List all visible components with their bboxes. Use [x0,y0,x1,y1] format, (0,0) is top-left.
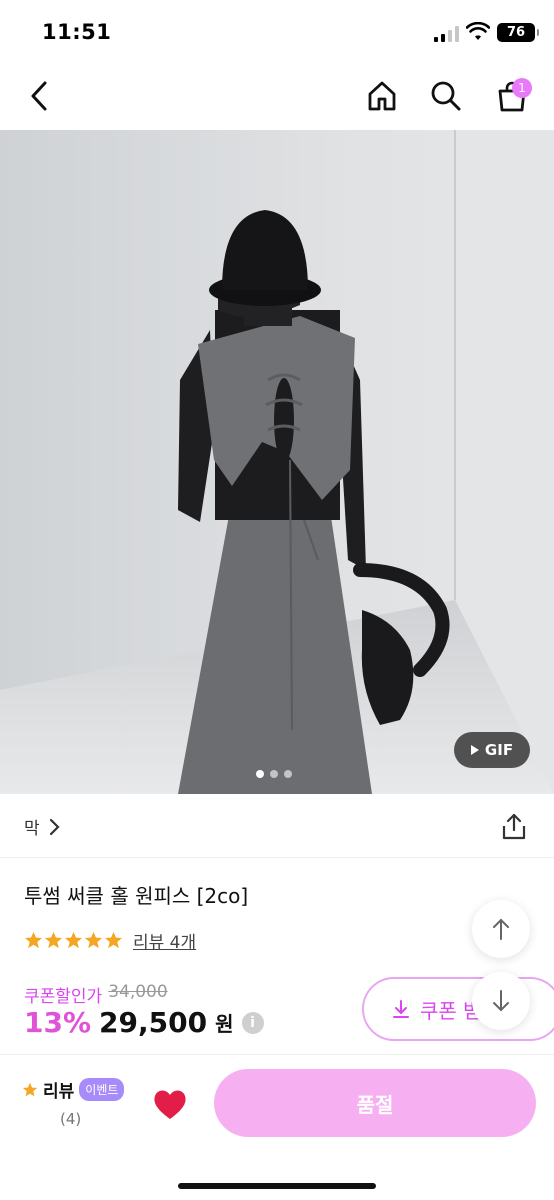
review-count-link[interactable]: 리뷰 4개 [133,928,196,953]
wifi-icon [466,22,490,40]
star-icon [84,931,103,949]
chevron-right-icon [49,818,60,835]
event-badge: 이벤트 [79,1078,125,1101]
star-rating [24,931,123,950]
price-info-icon[interactable]: i [241,1011,264,1034]
carousel-indicator [256,770,292,778]
gif-button[interactable]: GIF [454,732,530,768]
carousel-dot[interactable] [270,770,278,778]
rating-row: 리뷰 4개 [24,928,196,953]
share-icon [502,813,526,840]
arrow-down-icon [493,990,509,1012]
back-button[interactable] [18,74,62,118]
arrow-up-icon [493,918,509,940]
cellular-signal-icon [434,26,459,42]
heart-icon[interactable] [152,1087,188,1121]
star-icon [22,1082,38,1096]
star-icon [44,931,63,949]
star-icon [24,931,43,949]
product-image-carousel[interactable]: GIF [0,130,554,794]
cart-button[interactable]: 1 [490,74,534,118]
brand-name: 막 [24,819,40,839]
home-indicator [178,1183,376,1189]
bottom-action-bar: 리뷰 이벤트 (4) 품절 [0,1054,554,1200]
soldout-button[interactable]: 품절 [214,1069,536,1137]
star-icon [104,931,123,949]
review-label: 리뷰 [43,1082,75,1102]
home-icon [368,81,396,111]
brand-link[interactable]: 막 [24,814,60,839]
currency-unit: 원 [215,1012,234,1036]
battery-indicator: 76 [497,23,539,42]
share-button[interactable] [498,810,530,842]
original-price: 34,000 [108,982,168,1002]
play-icon [470,745,479,755]
battery-level: 76 [506,25,526,40]
search-icon [431,81,461,111]
home-button[interactable] [360,74,404,118]
sale-price: 29,500 [99,1006,208,1039]
product-title: 투썸 써클 홀 원피스 [2co] [24,884,249,908]
product-photo [0,130,554,794]
top-nav-bar: 1 [0,64,554,130]
cart-count-badge: 1 [512,78,532,98]
review-summary[interactable]: 리뷰 이벤트 (4) [22,1077,132,1128]
discount-rate: 13% [24,1006,92,1039]
review-head: 리뷰 이벤트 [22,1077,132,1102]
gif-label: GIF [484,741,514,759]
carousel-dot[interactable] [256,770,264,778]
chevron-left-icon [31,81,47,111]
status-time: 11:51 [42,20,112,44]
status-bar: 11:51 76 [0,0,554,64]
star-icon [64,931,83,949]
search-button[interactable] [424,74,468,118]
coupon-price-label-row: 쿠폰할인가 34,000 [24,982,168,1007]
scroll-to-bottom-button[interactable] [472,972,530,1030]
review-count: (4) [60,1110,82,1128]
download-icon [393,1000,409,1018]
brand-row: 막 [0,794,554,858]
coupon-price-label: 쿠폰할인가 [24,987,103,1007]
carousel-dot[interactable] [284,770,292,778]
scroll-to-top-button[interactable] [472,900,530,958]
price-row: 13% 29,500 원 i [24,1006,264,1039]
